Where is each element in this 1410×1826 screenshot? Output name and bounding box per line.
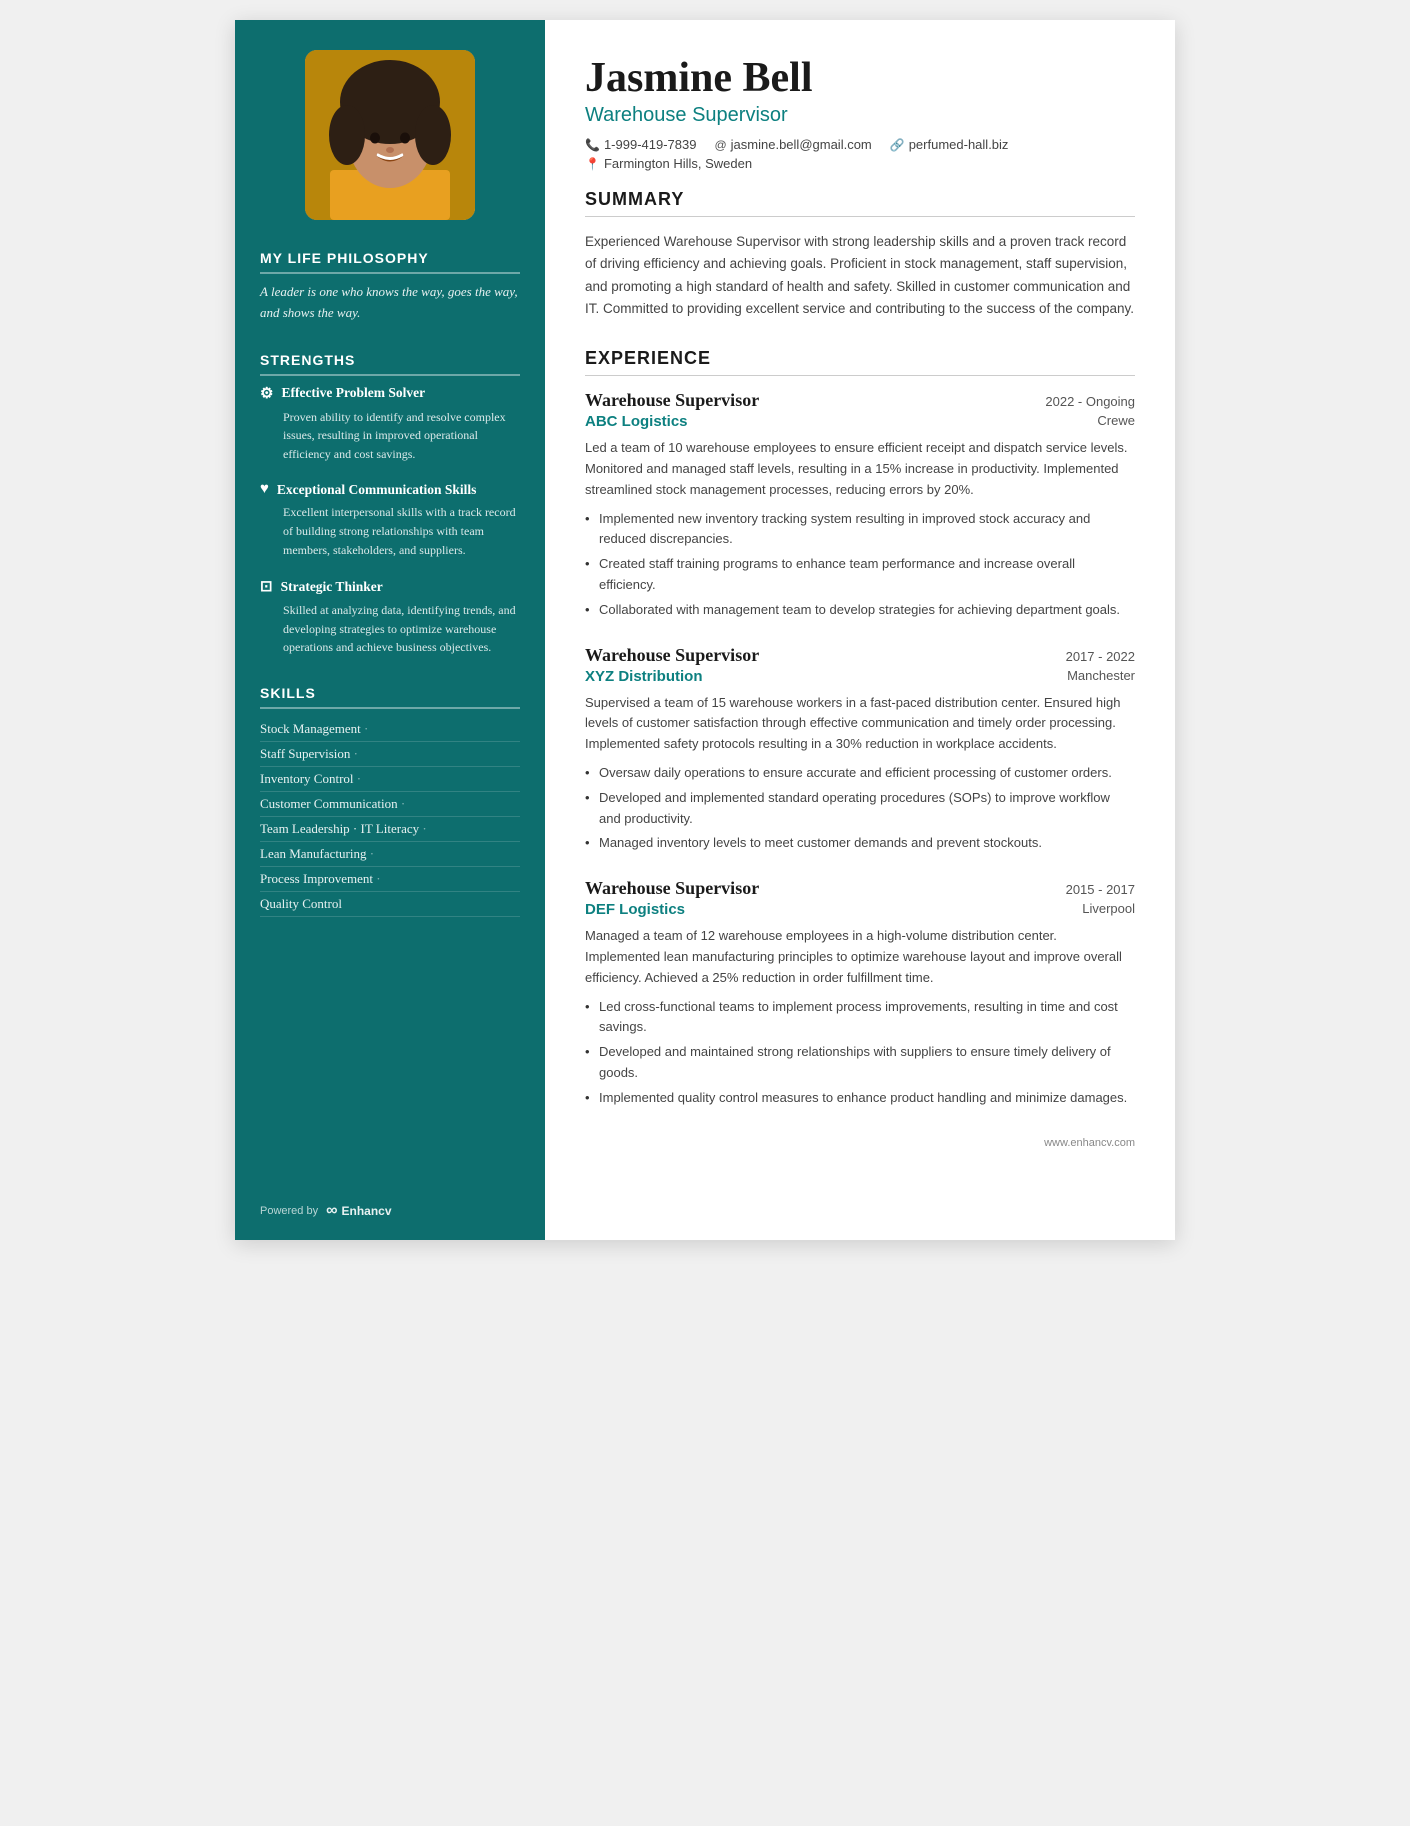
skill-inventory-control: Inventory Control [260,767,520,792]
exp-2-role: Warehouse Supervisor [585,645,759,666]
powered-by-label: Powered by [260,1205,318,1217]
strength-3-desc: Skilled at analyzing data, identifying t… [260,601,520,657]
exp-1-location: Crewe [1097,413,1135,430]
exp-1-company: ABC Logistics [585,413,688,430]
exp-2-bullet-3: Managed inventory levels to meet custome… [585,833,1135,854]
phone-number: 1-999-419-7839 [604,137,697,152]
summary-text: Experienced Warehouse Supervisor with st… [585,231,1135,320]
location-icon: 📍 [585,157,600,171]
main-content: Jasmine Bell Warehouse Supervisor 📞 1-99… [545,20,1175,1240]
job-title: Warehouse Supervisor [585,104,1135,127]
strengths-section: STRENGTHS ⚙ Effective Problem Solver Pro… [260,352,520,657]
exp-2-bullets: Oversaw daily operations to ensure accur… [585,763,1135,854]
strength-item-1: ⚙ Effective Problem Solver Proven abilit… [260,384,520,464]
name-section: Jasmine Bell Warehouse Supervisor 📞 1-99… [585,55,1135,171]
skill-process-improvement: Process Improvement [260,867,520,892]
candidate-name: Jasmine Bell [585,55,1135,101]
location-text: Farmington Hills, Sweden [604,156,752,171]
exp-3-bullet-3: Implemented quality control measures to … [585,1088,1135,1109]
strength-1-desc: Proven ability to identify and resolve c… [260,408,520,464]
exp-2-location: Manchester [1067,668,1135,685]
strength-2-title: Exceptional Communication Skills [277,482,477,498]
heart-icon: ♥ [260,481,269,498]
strength-3-title: Strategic Thinker [281,579,383,595]
skills-title: SKILLS [260,685,520,709]
location-item: 📍 Farmington Hills, Sweden [585,156,752,171]
strength-item-3: ⊡ Strategic Thinker Skilled at analyzing… [260,577,520,657]
exp-3-role: Warehouse Supervisor [585,878,759,899]
flag-icon: ⊡ [260,577,273,596]
exp-2-company: XYZ Distribution [585,668,703,685]
strengths-title: STRENGTHS [260,352,520,376]
skill-staff-supervision: Staff Supervision [260,742,520,767]
strength-item-2: ♥ Exceptional Communication Skills Excel… [260,481,520,559]
exp-3-bullets: Led cross-functional teams to implement … [585,997,1135,1109]
email-icon: @ [714,138,726,152]
experience-entry-3: Warehouse Supervisor 2015 - 2017 DEF Log… [585,878,1135,1108]
experience-section: EXPERIENCE Warehouse Supervisor 2022 - O… [585,348,1135,1108]
strength-2-desc: Excellent interpersonal skills with a tr… [260,503,520,559]
exp-2-desc: Supervised a team of 15 warehouse worker… [585,693,1135,755]
exp-3-dates: 2015 - 2017 [1066,878,1135,897]
website-item: 🔗 perfumed-hall.biz [890,137,1009,152]
main-footer: www.enhancv.com [585,1137,1135,1149]
enhancv-icon: ∞ [326,1202,337,1220]
summary-title: SUMMARY [585,189,1135,217]
enhancv-logo: ∞ Enhancv [326,1202,391,1220]
exp-3-company: DEF Logistics [585,901,685,918]
email-address: jasmine.bell@gmail.com [731,137,872,152]
experience-entry-2: Warehouse Supervisor 2017 - 2022 XYZ Dis… [585,645,1135,855]
exp-1-bullet-1: Implemented new inventory tracking syste… [585,509,1135,551]
exp-2-bullet-1: Oversaw daily operations to ensure accur… [585,763,1135,784]
skill-stock-management: Stock Management [260,717,520,742]
experience-title: EXPERIENCE [585,348,1135,376]
skill-team-leadership: Team Leadership · IT Literacy [260,817,520,842]
exp-3-bullet-1: Led cross-functional teams to implement … [585,997,1135,1039]
skill-quality-control: Quality Control [260,892,520,917]
contact-row: 📞 1-999-419-7839 @ jasmine.bell@gmail.co… [585,137,1135,171]
philosophy-text: A leader is one who knows the way, goes … [260,282,520,324]
sidebar-content: MY LIFE PHILOSOPHY A leader is one who k… [235,250,545,945]
link-icon: 🔗 [890,138,905,152]
exp-1-desc: Led a team of 10 warehouse employees to … [585,438,1135,500]
exp-3-bullet-2: Developed and maintained strong relation… [585,1042,1135,1084]
skill-customer-communication: Customer Communication [260,792,520,817]
exp-2-dates: 2017 - 2022 [1066,645,1135,664]
gear-icon: ⚙ [260,384,273,403]
phone-item: 📞 1-999-419-7839 [585,137,696,152]
avatar [305,50,475,220]
phone-icon: 📞 [585,138,600,152]
exp-1-role: Warehouse Supervisor [585,390,759,411]
summary-section: SUMMARY Experienced Warehouse Supervisor… [585,189,1135,320]
website-url: perfumed-hall.biz [909,137,1009,152]
exp-1-bullets: Implemented new inventory tracking syste… [585,509,1135,621]
strength-1-title: Effective Problem Solver [281,385,425,401]
skills-list: Stock Management Staff Supervision Inven… [260,717,520,917]
exp-2-bullet-2: Developed and implemented standard opera… [585,788,1135,830]
philosophy-title: MY LIFE PHILOSOPHY [260,250,520,274]
email-item: @ jasmine.bell@gmail.com [714,137,871,152]
exp-1-dates: 2022 - Ongoing [1045,390,1135,409]
sidebar-footer: Powered by ∞ Enhancv [235,1182,545,1240]
skills-section: SKILLS Stock Management Staff Supervisio… [260,685,520,917]
footer-url: www.enhancv.com [1044,1137,1135,1149]
philosophy-section: MY LIFE PHILOSOPHY A leader is one who k… [260,250,520,324]
sidebar: MY LIFE PHILOSOPHY A leader is one who k… [235,20,545,1240]
enhancv-text: Enhancv [342,1204,392,1218]
exp-1-bullet-2: Created staff training programs to enhan… [585,554,1135,596]
exp-3-location: Liverpool [1082,901,1135,918]
skill-lean-manufacturing: Lean Manufacturing [260,842,520,867]
exp-3-desc: Managed a team of 12 warehouse employees… [585,926,1135,988]
exp-1-bullet-3: Collaborated with management team to dev… [585,600,1135,621]
experience-entry-1: Warehouse Supervisor 2022 - Ongoing ABC … [585,390,1135,620]
